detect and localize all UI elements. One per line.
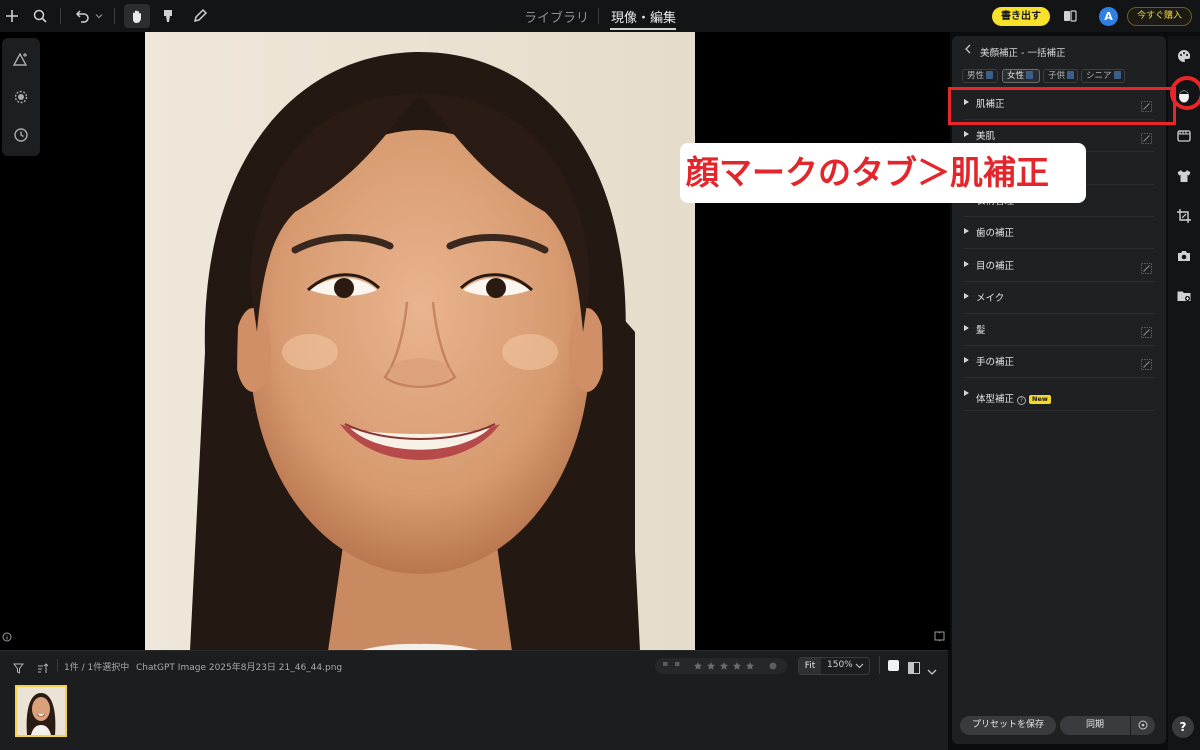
edit-mask-icon[interactable] <box>1141 323 1152 338</box>
expand-triangle-icon[interactable] <box>964 260 969 267</box>
tab-library[interactable]: ライブラリ <box>524 7 589 26</box>
palette-icon[interactable] <box>1176 48 1192 64</box>
flag-icons <box>663 662 680 670</box>
adjust-dial-icon[interactable] <box>11 88 31 108</box>
account-avatar[interactable]: A <box>1099 7 1118 26</box>
background-color-swatch[interactable] <box>888 660 899 671</box>
hand-icon <box>133 10 141 23</box>
camera-icon[interactable] <box>1176 248 1192 264</box>
fit-button[interactable]: Fit <box>799 658 821 674</box>
info-icon[interactable] <box>2 632 12 642</box>
add-icon[interactable] <box>2 6 22 26</box>
star-rating-icons <box>694 662 754 670</box>
retouch-section-label: 髪 <box>976 325 986 337</box>
panel-title: 美顔補正 - 一括補正 <box>980 48 1066 59</box>
selection-count: 1件 / 1件選択中 <box>64 663 130 673</box>
app-window: ライブラリ 現像・編集 書き出す A 今すぐ購入 1件 / 1件選択中 Chat… <box>0 0 1200 750</box>
expand-triangle-icon[interactable] <box>964 228 969 235</box>
filmstrip: 1件 / 1件選択中 ChatGPT Image 2025年8月23日 21_4… <box>0 650 948 750</box>
rating-and-flag-bar <box>655 658 787 674</box>
expand-triangle-icon[interactable] <box>964 357 969 364</box>
chip-indicator-icon <box>1067 71 1075 79</box>
help-icon[interactable]: ? <box>1172 716 1194 738</box>
zoom-level[interactable]: 150% <box>827 660 853 670</box>
divider <box>114 8 115 24</box>
right-module-rail: ? <box>1168 36 1200 750</box>
file-name: ChatGPT Image 2025年8月23日 21_46_44.png <box>136 663 343 673</box>
annotation-highlight-ring <box>1170 76 1200 110</box>
retouch-section-row[interactable]: 手の補正 <box>964 346 1154 379</box>
color-label-icon <box>769 662 777 670</box>
chip-male[interactable]: 男性 <box>962 69 998 83</box>
retouch-section-label: メイク <box>976 292 1005 304</box>
chip-female[interactable]: 女性 <box>1002 69 1040 83</box>
chip-indicator-icon <box>1113 71 1121 79</box>
clothing-icon[interactable] <box>1176 168 1192 184</box>
left-tool-strip <box>2 38 40 156</box>
retouch-section-label: 歯の補正 <box>976 228 1015 240</box>
crop-icon[interactable] <box>1176 208 1192 224</box>
portrait-photo <box>145 32 695 750</box>
undo-icon[interactable] <box>72 6 92 26</box>
undo-history-chevron-icon[interactable] <box>92 6 106 26</box>
retouch-section-row[interactable]: 目の補正 <box>964 250 1154 282</box>
annotation-highlight-box <box>948 87 1176 125</box>
hand-tool-button[interactable] <box>124 4 150 28</box>
compare-view-icon[interactable] <box>1060 6 1080 26</box>
search-icon[interactable] <box>30 6 50 26</box>
folder-export-icon[interactable] <box>1176 288 1192 304</box>
retouch-section-label: 手の補正 <box>976 357 1015 369</box>
history-icon[interactable] <box>11 126 31 146</box>
edit-mask-icon[interactable] <box>1141 259 1152 274</box>
retouch-section-row[interactable]: 体型補正? New <box>964 379 1154 411</box>
before-after-icon[interactable] <box>908 659 920 678</box>
buy-now-button[interactable]: 今すぐ購入 <box>1127 7 1192 26</box>
divider <box>598 8 599 24</box>
back-chevron-icon[interactable] <box>964 44 972 57</box>
active-tab-indicator <box>610 28 676 30</box>
new-badge: New <box>1029 394 1051 404</box>
film-grain-icon[interactable] <box>1176 128 1192 144</box>
sync-options-icon[interactable] <box>1131 716 1155 735</box>
sync-button[interactable]: 同期 <box>1060 716 1130 735</box>
chip-indicator-icon <box>986 71 994 79</box>
sort-icon[interactable] <box>37 659 49 678</box>
top-toolbar: ライブラリ 現像・編集 書き出す A 今すぐ購入 <box>0 0 1200 32</box>
edit-mask-icon[interactable] <box>1141 129 1152 145</box>
filter-icon[interactable] <box>12 659 25 678</box>
edit-mask-icon[interactable] <box>1141 355 1152 371</box>
retouch-section-label: 目の補正 <box>976 260 1015 272</box>
annotation-callout: 顔マークのタブ＞肌補正 <box>680 143 1086 203</box>
mask-brush-icon[interactable] <box>158 6 178 26</box>
retouch-section-row[interactable]: メイク <box>964 282 1154 314</box>
zoom-control[interactable]: Fit 150% <box>798 657 870 675</box>
divider <box>879 656 880 674</box>
expand-triangle-icon[interactable] <box>964 292 969 299</box>
export-button[interactable]: 書き出す <box>992 7 1050 26</box>
zoom-chevron-icon[interactable] <box>855 662 864 670</box>
divider <box>57 659 58 671</box>
retouch-section-label: 美肌 <box>976 131 996 143</box>
retouch-section-label: 体型補正 <box>976 393 1015 405</box>
chip-child[interactable]: 子供 <box>1043 69 1078 83</box>
expand-triangle-icon[interactable] <box>964 325 969 332</box>
tab-develop-edit[interactable]: 現像・編集 <box>611 7 676 26</box>
section-label-group: 体型補正? New <box>976 387 1051 406</box>
save-preset-button[interactable]: プリセットを保存 <box>960 716 1056 735</box>
ai-auto-icon[interactable] <box>11 50 31 70</box>
chip-senior[interactable]: シニア <box>1081 69 1125 83</box>
retouch-section-row[interactable]: 髪 <box>964 314 1154 347</box>
expand-triangle-icon[interactable] <box>964 389 969 396</box>
chip-indicator-icon <box>1026 71 1034 79</box>
help-circle-icon[interactable]: ? <box>1017 395 1027 405</box>
retouch-section-row[interactable]: 歯の補正 <box>964 217 1154 250</box>
filmstrip-thumbnail[interactable] <box>15 685 67 737</box>
expand-triangle-icon[interactable] <box>964 131 969 138</box>
retouch-pen-icon[interactable] <box>190 6 210 26</box>
filmstrip-collapse-chevron-icon[interactable] <box>927 661 937 680</box>
book-view-icon[interactable] <box>934 631 945 644</box>
divider <box>60 8 61 24</box>
